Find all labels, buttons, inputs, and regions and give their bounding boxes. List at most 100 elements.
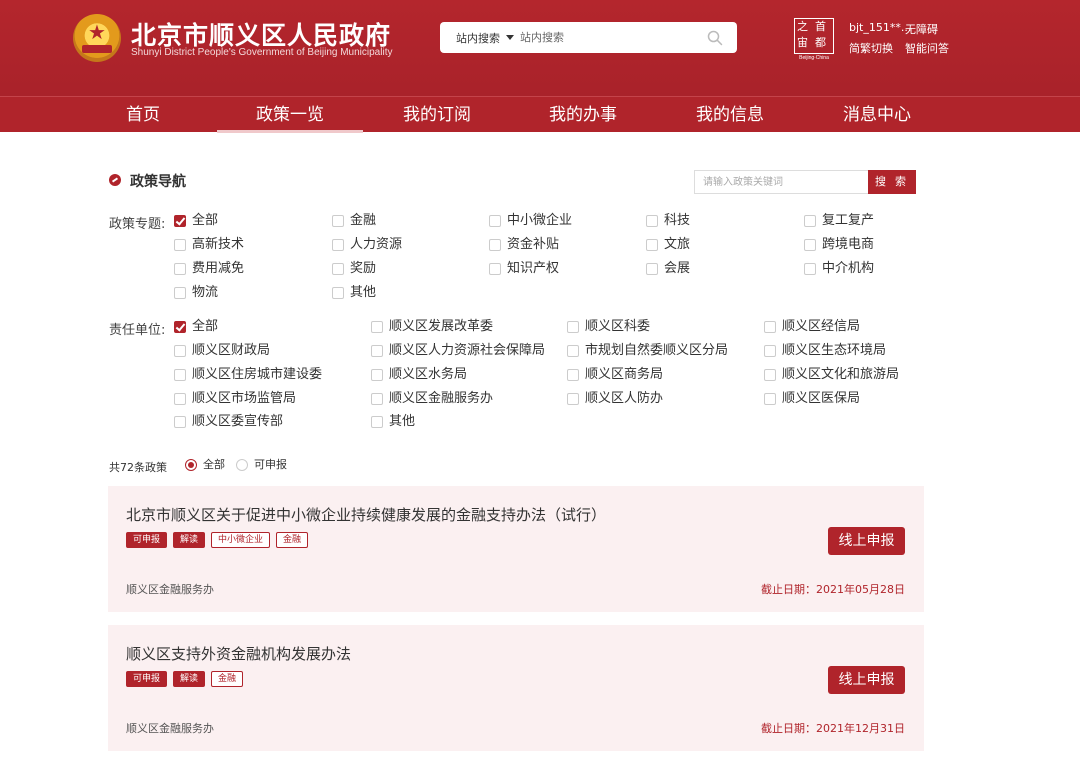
radio-selected-icon[interactable] [185,459,197,471]
site-search-box: 站内搜索 [440,22,737,53]
logo-glyph: 之 [797,20,808,33]
option-label: 知识产权 [507,261,560,276]
option-label: 会展 [664,261,691,276]
option-label: 奖励 [350,261,377,276]
checkbox-icon[interactable] [174,345,186,357]
checkbox-icon[interactable] [804,263,816,275]
keyword-search-button[interactable]: 搜 索 [868,170,916,194]
checkbox-icon[interactable] [804,239,816,251]
checkbox-icon[interactable] [174,369,186,381]
option-label: 高新技术 [192,237,245,252]
checkbox-icon[interactable] [371,369,383,381]
policy-title-link[interactable]: 北京市顺义区关于促进中小微企业持续健康发展的金融支持办法（试行） [126,504,606,525]
policy-tag: 金融 [276,532,309,548]
nav-item[interactable]: 我的办事 [510,97,656,133]
policy-card: 顺义区支持外资金融机构发展办法 可申报 解读 金融 线上申报 顺义区金融服务办 截止日期：2… [108,625,924,751]
policy-tag: 可申报 [126,671,168,687]
checkbox-icon[interactable] [646,263,658,275]
option-label: 顺义区科委 [585,319,651,334]
checkbox-icon[interactable] [174,239,186,251]
checkbox-icon[interactable] [646,239,658,251]
option-label: 全部 [192,319,219,334]
checkbox-icon[interactable] [332,263,344,275]
checkbox-icon[interactable] [567,321,579,333]
policy-tag[interactable]: 解读 [173,532,206,548]
smart-qa-link[interactable]: 智能问答 [905,40,949,56]
keyword-search-input[interactable] [694,170,868,194]
policy-tag: 中小微企业 [211,532,271,548]
checkbox-icon[interactable] [174,263,186,275]
topic-filter-label: 政策专题: [109,217,166,232]
option-label: 顺义区商务局 [585,367,664,382]
option-label: 跨境电商 [822,237,875,252]
checkbox-icon[interactable] [646,215,658,227]
option-label: 顺义区发展改革委 [389,319,494,334]
policy-tag[interactable]: 解读 [173,671,206,687]
option-label: 顺义区文化和旅游局 [782,367,900,382]
compass-icon [109,174,121,186]
national-emblem-icon: ★ [73,14,121,62]
option-label: 顺义区人力资源社会保障局 [389,343,546,358]
option-label: 顺义区医保局 [782,391,861,406]
nav-item[interactable]: 政策一览 [217,97,363,133]
checkbox-icon[interactable] [332,287,344,299]
search-scope-select[interactable]: 站内搜索 [456,30,500,46]
checkbox-icon[interactable] [371,345,383,357]
option-label: 费用减免 [192,261,245,276]
checkbox-icon[interactable] [174,393,186,405]
policy-title-link[interactable]: 顺义区支持外资金融机构发展办法 [126,643,351,664]
checkbox-icon[interactable] [332,239,344,251]
lang-switch-link[interactable]: 简繁切换 [849,40,893,56]
option-label: 物流 [192,285,219,300]
checkbox-icon[interactable] [489,215,501,227]
checkbox-icon[interactable] [371,416,383,428]
checkbox-icon[interactable] [489,263,501,275]
checkbox-icon[interactable] [567,393,579,405]
policy-tag: 金融 [211,671,244,687]
checkbox-icon[interactable] [489,239,501,251]
nav-item[interactable]: 消息中心 [804,97,950,133]
accessibility-link[interactable]: 无障碍 [905,21,938,37]
option-label: 顺义区委宣传部 [192,414,284,429]
option-label: 其他 [350,285,377,300]
user-account-link[interactable]: bjt_151**... [849,21,911,34]
option-label: 资金补贴 [507,237,560,252]
checkbox-checked-icon[interactable] [174,321,186,333]
policy-tag: 可申报 [126,532,168,548]
checkbox-icon[interactable] [174,416,186,428]
checkbox-icon[interactable] [567,345,579,357]
option-label: 其他 [389,414,416,429]
logo-glyph: 首 [815,20,826,33]
beijing-city-logo: 之 首 宙 都 Beijing·China [794,18,834,62]
checkbox-checked-icon[interactable] [174,215,186,227]
nav-item[interactable]: 我的订阅 [364,97,510,133]
online-apply-button[interactable]: 线上申报 [828,527,905,555]
policy-department: 顺义区金融服务办 [126,722,214,735]
main-nav: 首页 政策一览 我的订阅 我的办事 我的信息 消息中心 [0,96,1080,133]
search-icon[interactable] [707,30,723,46]
checkbox-icon[interactable] [174,287,186,299]
checkbox-icon[interactable] [567,369,579,381]
checkbox-icon[interactable] [371,393,383,405]
option-label: 复工复产 [822,213,875,228]
online-apply-button[interactable]: 线上申报 [828,666,905,694]
radio-label: 可申报 [254,458,287,471]
option-label: 全部 [192,213,219,228]
policy-deadline: 截止日期：2021年05月28日 [761,583,905,596]
nav-item[interactable]: 首页 [70,97,216,133]
checkbox-icon[interactable] [371,321,383,333]
checkbox-icon[interactable] [804,215,816,227]
checkbox-icon[interactable] [764,321,776,333]
checkbox-icon[interactable] [764,393,776,405]
chevron-down-icon[interactable] [506,35,514,40]
checkbox-icon[interactable] [764,369,776,381]
site-search-input[interactable] [520,27,700,48]
option-label: 顺义区金融服务办 [389,391,494,406]
policy-department: 顺义区金融服务办 [126,583,214,596]
site-subtitle: Shunyi District People's Government of B… [131,47,393,58]
checkbox-icon[interactable] [764,345,776,357]
nav-item[interactable]: 我的信息 [657,97,803,133]
radio-icon[interactable] [236,459,248,471]
checkbox-icon[interactable] [332,215,344,227]
section-title: 政策导航 [130,174,186,190]
